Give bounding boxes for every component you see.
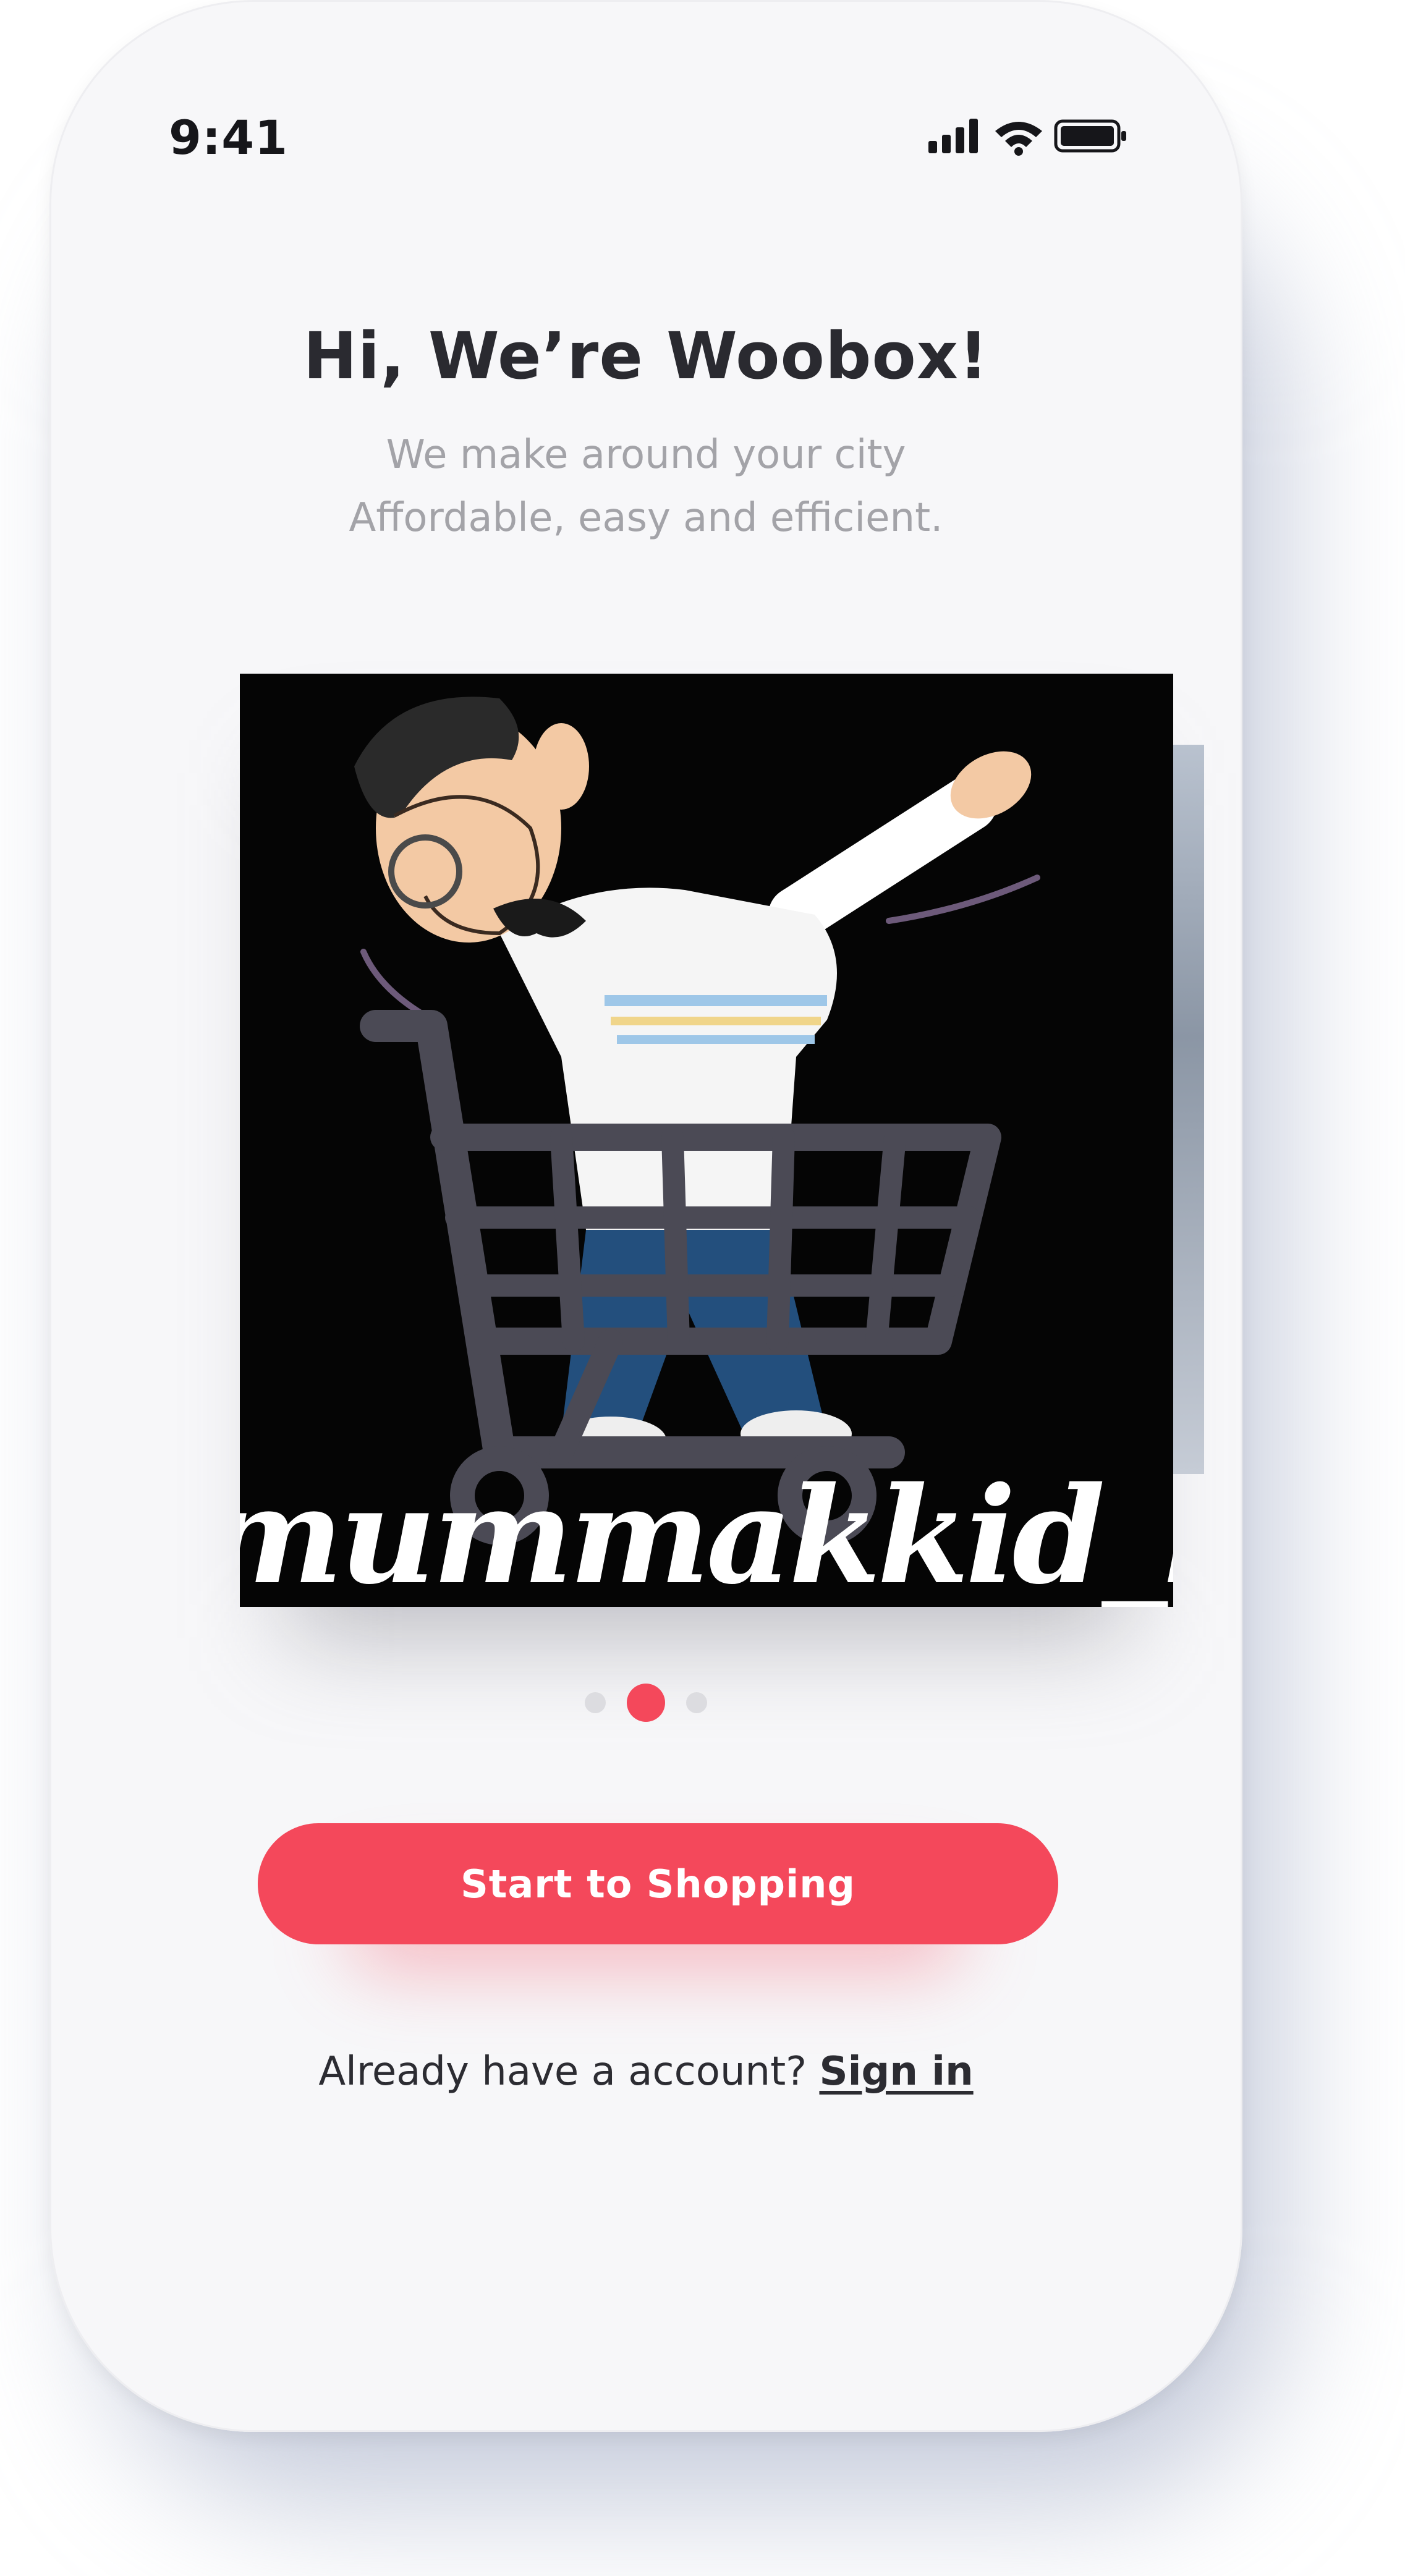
- onboarding-carousel[interactable]: mummakkid_ban: [240, 674, 1204, 1638]
- screen: 9:41 Hi, We’re Woobox! We make around yo…: [0, 0, 1405, 2576]
- signin-row: Already have a account? Sign in: [49, 2049, 1242, 2095]
- phone-screen: 9:41 Hi, We’re Woobox! We make around yo…: [49, 0, 1242, 2432]
- cellular-signal-icon: [928, 119, 978, 153]
- carousel-page-indicator: [49, 1684, 1242, 1722]
- wifi-icon: [995, 122, 1042, 156]
- page-subtitle: We make around your city Affordable, eas…: [349, 432, 943, 541]
- signin-prompt: Already have a account?: [318, 2049, 807, 2095]
- status-icons: [927, 117, 1131, 161]
- card-caption: mummakkid_ban: [240, 1457, 1173, 1607]
- status-time: 9:41: [169, 110, 289, 165]
- page-dot-active[interactable]: [627, 1684, 665, 1722]
- battery-icon: [1054, 119, 1126, 153]
- page-dot[interactable]: [686, 1692, 707, 1713]
- sign-in-link[interactable]: Sign in: [819, 2049, 973, 2095]
- page-title: Hi, We’re Woobox!: [303, 318, 989, 394]
- carousel-card-image[interactable]: mummakkid_ban: [240, 674, 1173, 1607]
- page-dot[interactable]: [585, 1692, 606, 1713]
- start-shopping-button[interactable]: Start to Shopping: [258, 1823, 1058, 1944]
